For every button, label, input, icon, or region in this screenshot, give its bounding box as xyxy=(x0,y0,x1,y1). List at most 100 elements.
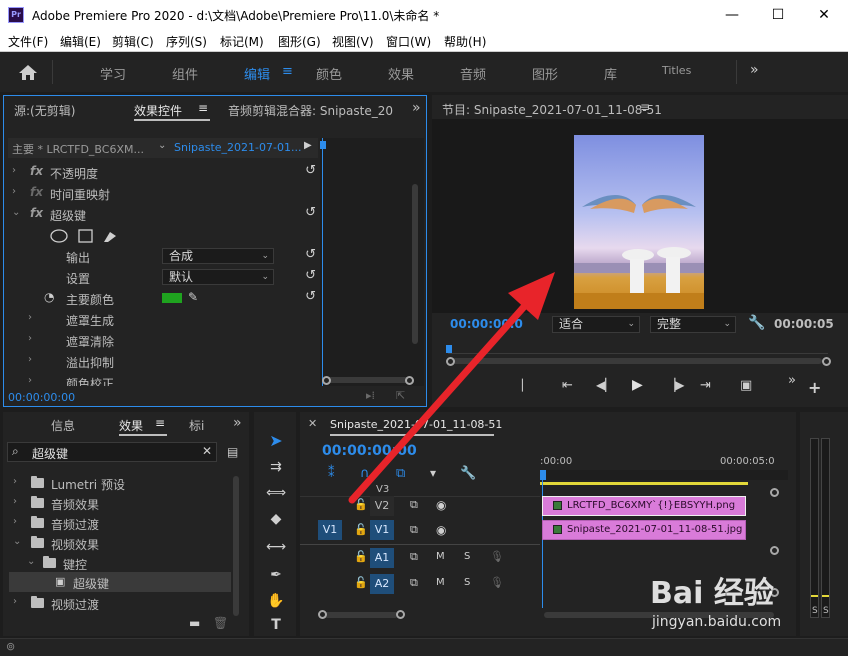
effect-row-color-correction[interactable]: › 颜色校正 xyxy=(12,372,322,386)
workspace-more-icon[interactable]: » xyxy=(750,62,759,78)
effect-row-matte-cleanup[interactable]: › 遮罩清除 xyxy=(12,330,322,350)
scroll-knob[interactable] xyxy=(770,488,779,497)
new-bin-icon[interactable]: ▤ xyxy=(227,445,238,459)
snap-icon[interactable]: ∩ xyxy=(360,466,370,481)
clip-v2[interactable]: LRCTFD_BC6XMY`{!}EBSYYH.png xyxy=(542,496,746,516)
play-icon[interactable]: ▶ xyxy=(632,377,643,393)
workspace-learn[interactable]: 学习 xyxy=(100,64,126,83)
lock-track-icon[interactable]: 🔓 xyxy=(354,576,368,589)
lock-track-icon[interactable]: 🔓 xyxy=(354,550,368,563)
scroll-knob[interactable] xyxy=(822,357,831,366)
scroll-knob[interactable] xyxy=(396,610,405,619)
chevron-right-icon[interactable]: › xyxy=(12,186,16,197)
mute-button[interactable]: M xyxy=(436,577,445,588)
solo-left-button[interactable]: S xyxy=(812,606,818,616)
effect-timecode[interactable]: 00:00:00:00 xyxy=(8,391,75,404)
lock-track-icon[interactable]: 🔓 xyxy=(354,498,368,511)
solo-right-button[interactable]: S xyxy=(823,606,829,616)
menu-clip[interactable]: 剪辑(C) xyxy=(112,33,154,50)
solo-button[interactable]: S xyxy=(464,551,470,562)
linked-selection-icon[interactable]: ⧉ xyxy=(396,466,405,481)
chevron-down-icon[interactable]: ⌄ xyxy=(12,207,20,218)
chevron-right-icon[interactable]: › xyxy=(28,354,32,365)
fit-dropdown[interactable]: 适合 ⌄ xyxy=(552,316,640,333)
effect-folder-lumetri[interactable]: › Lumetri 预设 xyxy=(13,473,233,493)
clear-search-icon[interactable]: ✕ xyxy=(202,444,212,458)
search-box[interactable]: ⌕ 超级键 ✕ xyxy=(7,442,217,462)
master-clip-label[interactable]: 主要 * LRCTFD_BC6XM... xyxy=(12,141,144,157)
sync-lock-icon[interactable]: ⧉ xyxy=(410,576,418,590)
playhead-handle[interactable] xyxy=(320,141,326,149)
mute-button[interactable]: M xyxy=(436,551,445,562)
go-to-in-icon[interactable]: ⇤ xyxy=(562,378,573,393)
clip-v1[interactable]: Snipaste_2021-07-01_11-08-51.jpg xyxy=(542,520,746,540)
step-back-icon[interactable]: ◀▏ xyxy=(596,378,614,392)
tab-info[interactable]: 信息 xyxy=(51,417,75,434)
new-folder-icon[interactable]: ▬ xyxy=(189,616,200,630)
tab-effects[interactable]: 效果 xyxy=(119,417,143,434)
track-header-scrollbar[interactable] xyxy=(322,612,398,618)
panel-menu-icon[interactable]: ≡ xyxy=(640,100,650,114)
track-target-a1[interactable]: A1 xyxy=(370,548,394,568)
slip-tool-icon[interactable]: ⟷ xyxy=(264,536,288,558)
program-timecode[interactable]: 00:00:00:0 xyxy=(450,317,523,331)
effect-folder-video-effects[interactable]: ⌄ 视频效果 xyxy=(13,533,233,553)
go-to-out-icon[interactable]: ⇥ xyxy=(700,378,711,393)
insert-nest-icon[interactable]: ⁑ xyxy=(328,466,335,481)
export-icon[interactable]: ⇱ xyxy=(396,389,405,402)
reset-icon[interactable]: ↺ xyxy=(305,205,316,220)
track-target-v1[interactable]: V1 xyxy=(370,520,394,540)
track-target-v2[interactable]: V2 xyxy=(370,496,394,516)
menu-graphics[interactable]: 图形(G) xyxy=(278,33,321,50)
sync-lock-icon[interactable]: ⧉ xyxy=(410,498,418,512)
timeline-playhead[interactable] xyxy=(540,470,546,480)
selection-tool-icon[interactable]: ➤ xyxy=(264,430,288,452)
maximize-button[interactable]: ☐ xyxy=(755,0,801,30)
key-color-swatch[interactable] xyxy=(162,293,182,303)
tab-source[interactable]: 源:(无剪辑) xyxy=(14,102,75,119)
type-tool-icon[interactable]: T xyxy=(264,614,288,636)
chevron-right-icon[interactable]: › xyxy=(28,333,32,344)
eyedropper-icon[interactable]: ✎ xyxy=(188,290,198,304)
workspace-color[interactable]: 颜色 xyxy=(316,64,342,83)
effect-folder-audio-effects[interactable]: › 音频效果 xyxy=(13,493,233,513)
horizontal-scrollbar[interactable] xyxy=(326,377,410,383)
menu-help[interactable]: 帮助(H) xyxy=(444,33,486,50)
add-marker-icon[interactable]: ⎸ xyxy=(522,378,535,393)
step-forward-icon[interactable]: ▕▶ xyxy=(666,378,684,392)
tab-markers[interactable]: 标i xyxy=(189,417,204,434)
track-select-tool-icon[interactable]: ⇉ xyxy=(264,456,288,478)
time-ruler[interactable] xyxy=(540,470,788,480)
vertical-scrollbar[interactable] xyxy=(412,184,418,344)
minimize-button[interactable]: — xyxy=(709,0,755,30)
panel-more-icon[interactable]: » xyxy=(412,100,421,116)
chevron-right-icon[interactable]: › xyxy=(13,496,17,507)
menu-window[interactable]: 窗口(W) xyxy=(386,33,431,50)
effect-row-opacity[interactable]: › fx 不透明度 ↺ xyxy=(12,162,322,182)
workspace-libraries[interactable]: 库 xyxy=(604,64,617,83)
scroll-knob[interactable] xyxy=(770,546,779,555)
effect-row-ultra-key[interactable]: ⌄ fx 超级键 ↺ xyxy=(12,204,322,224)
close-button[interactable]: ✕ xyxy=(801,0,847,30)
reset-icon[interactable]: ↺ xyxy=(305,247,316,262)
vertical-scrollbar[interactable] xyxy=(233,476,239,616)
solo-button[interactable]: S xyxy=(464,577,470,588)
play-clip-icon[interactable]: ▶ xyxy=(304,140,312,151)
workspace-titles[interactable]: Titles xyxy=(662,64,691,77)
effect-timeline-area[interactable] xyxy=(320,138,424,386)
workspace-audio[interactable]: 音频 xyxy=(460,64,486,83)
workspace-assembly[interactable]: 组件 xyxy=(172,64,198,83)
chevron-down-icon[interactable]: ⌄ xyxy=(27,556,35,567)
effect-row-spill[interactable]: › 溢出抑制 xyxy=(12,351,322,371)
wrench-icon[interactable]: 🔧 xyxy=(748,315,765,331)
filter-icon[interactable]: ▸⁞ xyxy=(366,389,375,402)
workspace-editing[interactable]: 编辑 xyxy=(244,64,270,83)
hand-tool-icon[interactable]: ✋ xyxy=(264,590,288,612)
fx-icon[interactable]: fx xyxy=(30,206,43,220)
home-icon[interactable] xyxy=(18,63,38,81)
fx-icon[interactable]: fx xyxy=(30,164,43,178)
microphone-icon[interactable]: 🎙 xyxy=(490,550,504,563)
scroll-knob[interactable] xyxy=(446,357,455,366)
workspace-effects[interactable]: 效果 xyxy=(388,64,414,83)
track-target-a2[interactable]: A2 xyxy=(370,574,394,594)
